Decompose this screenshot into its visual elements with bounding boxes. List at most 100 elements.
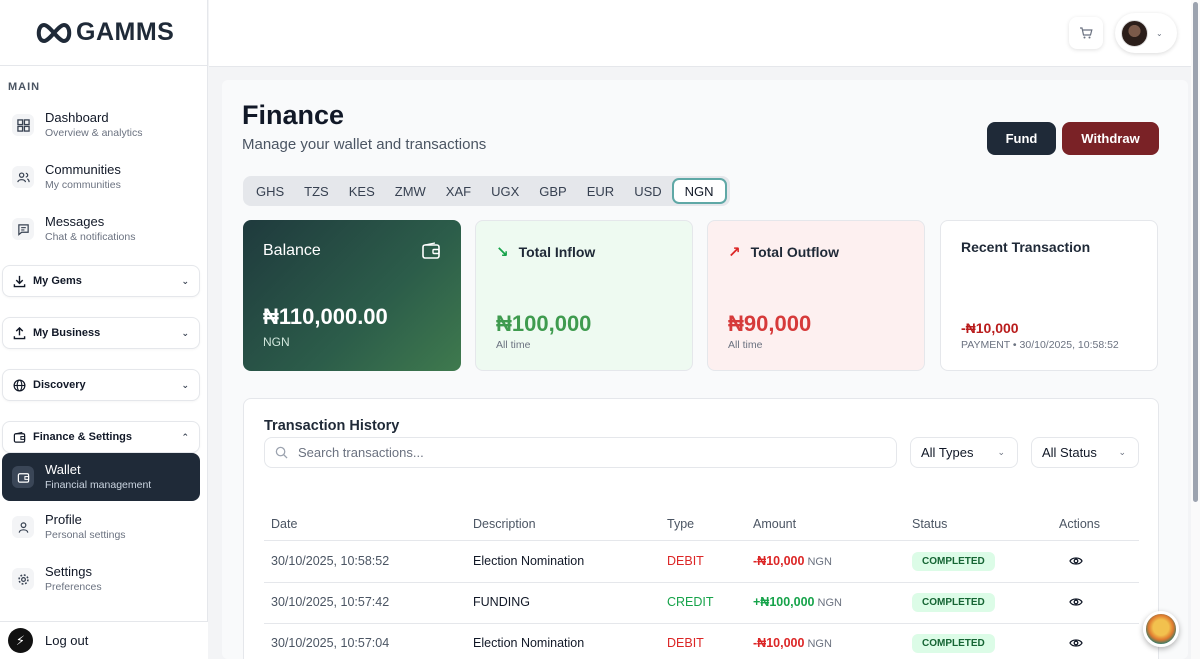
tab-currency-zmw[interactable]: ZMW [385,178,436,204]
chat-icon [12,218,34,240]
table-row: 30/10/2025, 10:58:52 Election Nomination… [264,542,1139,583]
cart-button[interactable] [1069,17,1103,49]
floating-assistant-button[interactable] [1143,611,1179,647]
group-label: Discovery [33,379,86,391]
sidebar-group-discovery[interactable]: Discovery ⌄ [2,369,200,401]
user-icon [12,516,34,538]
sidebar-item-wallet[interactable]: Wallet Financial management [2,453,200,501]
row-amount: -₦10,000 NGN [753,554,832,568]
search-box[interactable] [264,437,897,468]
row-date: 30/10/2025, 10:57:42 [271,595,390,609]
sidebar-item-profile[interactable]: Profile Personal settings [0,501,207,553]
column-header-actions: Actions [1059,517,1100,531]
inflow-label: Total Inflow [518,244,596,260]
users-icon [12,166,34,188]
type-filter-select[interactable]: All Types ⌄ [910,437,1018,468]
sidebar-item-subtitle: Preferences [45,581,102,593]
sidebar-item-communities[interactable]: Communities My communities [0,151,207,203]
balance-amount: ₦110,000.00 [263,304,388,329]
recent-transaction-card[interactable]: Recent Transaction -₦10,000 PAYMENT • 30… [940,220,1158,371]
transaction-history: Transaction History All Types ⌄ All Stat… [243,398,1159,659]
section-label-main: MAIN [8,81,41,93]
tab-currency-gbp[interactable]: GBP [529,178,576,204]
page-title: Finance [242,100,345,130]
status-filter-select[interactable]: All Status ⌄ [1031,437,1139,468]
chevron-down-icon: ⌄ [997,447,1005,457]
sidebar-item-dashboard[interactable]: Dashboard Overview & analytics [0,99,207,151]
recent-meta: PAYMENT • 30/10/2025, 10:58:52 [961,339,1119,351]
tab-currency-ghs[interactable]: GHS [246,178,294,204]
infinity-logo-icon [36,22,72,43]
sidebar-item-title: Communities [45,162,121,177]
sidebar-item-subtitle: My communities [45,179,121,191]
sidebar-item-settings[interactable]: Settings Preferences [0,553,207,605]
row-date: 30/10/2025, 10:58:52 [271,554,390,568]
view-button[interactable] [1069,596,1083,610]
view-button[interactable] [1069,637,1083,651]
tab-currency-eur[interactable]: EUR [577,178,624,204]
tab-currency-ngn[interactable]: NGN [671,178,727,204]
gear-icon [12,568,34,590]
table-row: 30/10/2025, 10:57:04 Election Nomination… [264,624,1139,659]
status-badge: COMPLETED [912,634,995,653]
logout-button[interactable]: ⚡ Log out [0,621,208,659]
column-header-description[interactable]: Description [473,517,536,531]
row-amount-value: -₦10,000 [753,636,805,650]
chevron-down-icon: ⌄ [181,275,189,286]
column-header-type[interactable]: Type [667,517,694,531]
tab-currency-kes[interactable]: KES [339,178,385,204]
row-amount: +₦100,000 NGN [753,595,842,609]
sidebar-group-my-gems[interactable]: My Gems ⌄ [2,265,200,297]
column-header-status[interactable]: Status [912,517,947,531]
page-subtitle: Manage your wallet and transactions [242,136,487,153]
sidebar-group-my-business[interactable]: My Business ⌄ [2,317,200,349]
group-label: My Gems [33,275,82,287]
grid-icon [12,114,34,136]
view-button[interactable] [1069,555,1083,569]
tab-currency-usd[interactable]: USD [624,178,671,204]
search-input[interactable] [298,445,878,460]
outflow-subtitle: All time [728,339,763,351]
sidebar-item-subtitle: Financial management [45,479,152,491]
arrow-up-right-icon: ↗ [728,244,741,261]
status-badge: COMPLETED [912,593,995,612]
recent-label: Recent Transaction [961,239,1091,255]
outflow-label: Total Outflow [750,244,839,260]
scrollbar-thumb[interactable] [1193,2,1198,502]
user-menu-button[interactable]: ⌄ [1115,13,1177,53]
tab-currency-ugx[interactable]: UGX [481,178,529,204]
inflow-amount: ₦100,000 [496,311,592,336]
sidebar-item-messages[interactable]: Messages Chat & notifications [0,203,207,255]
chevron-down-icon: ⌄ [181,379,189,390]
arrow-down-right-icon: ↘ [496,244,509,261]
eye-icon [1069,598,1083,606]
sidebar-item-title: Dashboard [45,110,109,125]
total-inflow-card: ↘ Total Inflow ₦100,000 All time [475,220,693,371]
inflow-subtitle: All time [496,339,531,351]
tab-currency-tzs[interactable]: TZS [294,178,339,204]
sidebar-item-title: Wallet [45,462,81,477]
row-amount: -₦10,000 NGN [753,636,832,650]
row-type: DEBIT [667,636,704,650]
column-header-date[interactable]: Date [271,517,297,531]
row-type: DEBIT [667,554,704,568]
sidebar-item-subtitle: Overview & analytics [45,127,143,139]
wallet-icon [422,242,440,259]
brand-logo[interactable]: GAMMS [0,0,207,66]
scrollbar[interactable] [1191,0,1200,659]
sidebar-group-finance-settings[interactable]: Finance & Settings ⌃ [2,421,200,453]
tab-currency-xaf[interactable]: XAF [436,178,481,204]
row-amount-currency: NGN [807,556,832,568]
status-filter-value: All Status [1042,445,1097,460]
row-date: 30/10/2025, 10:57:04 [271,636,390,650]
row-amount-value: +₦100,000 [753,595,815,609]
globe-icon [13,379,26,391]
withdraw-button[interactable]: Withdraw [1062,122,1159,155]
column-header-amount[interactable]: Amount [753,517,796,531]
chevron-down-icon: ⌄ [1118,447,1126,457]
row-description: FUNDING [473,595,530,609]
fund-button[interactable]: Fund [987,122,1056,155]
total-outflow-card: ↗ Total Outflow ₦90,000 All time [707,220,925,371]
main-content: Finance Manage your wallet and transacti… [222,80,1188,659]
balance-currency: NGN [263,335,290,349]
